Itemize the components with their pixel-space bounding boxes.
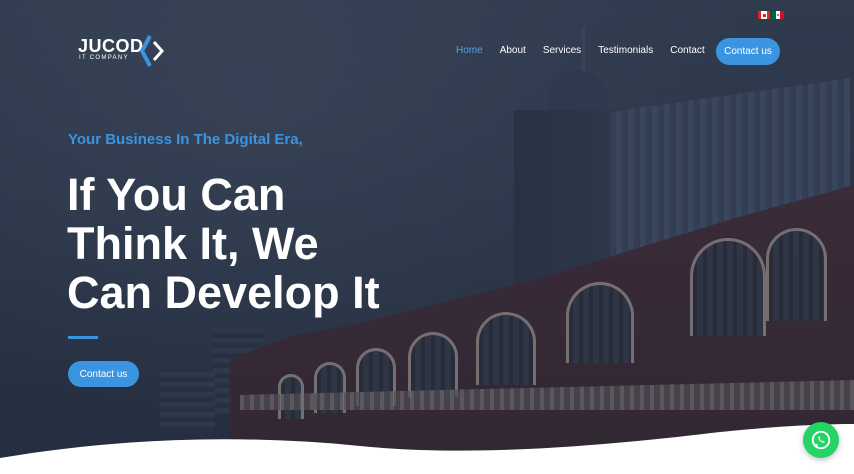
logo-chevron-icon [140,35,165,67]
headline-line: If You Can [67,169,286,220]
bottom-wave [0,424,854,474]
language-switcher [758,11,784,19]
logo-subtitle: IT COMPANY [79,55,129,61]
main-nav: Home About Services Testimonials Contact [456,45,722,56]
hero-contact-button[interactable]: Contact us [68,361,139,387]
nav-about[interactable]: About [500,45,526,56]
whatsapp-icon [811,430,831,450]
canada-flag-icon[interactable] [758,11,770,19]
hero-tagline: Your Business In The Digital Era, [68,131,303,148]
accent-divider [68,336,98,339]
nav-services[interactable]: Services [543,45,581,56]
site-logo[interactable]: JUCOD IT COMPANY [78,34,168,70]
hero-headline: If You Can Think It, We Can Develop It [67,170,487,317]
whatsapp-button[interactable] [803,422,839,458]
headline-line: Can Develop It [67,267,380,318]
headline-line: Think It, We [67,218,319,269]
header-contact-button[interactable]: Contact us [716,38,780,65]
logo-text: JUCOD [78,36,144,56]
nav-home[interactable]: Home [456,45,483,56]
nav-testimonials[interactable]: Testimonials [598,45,653,56]
nav-contact[interactable]: Contact [670,45,704,56]
mexico-flag-icon[interactable] [772,11,784,19]
